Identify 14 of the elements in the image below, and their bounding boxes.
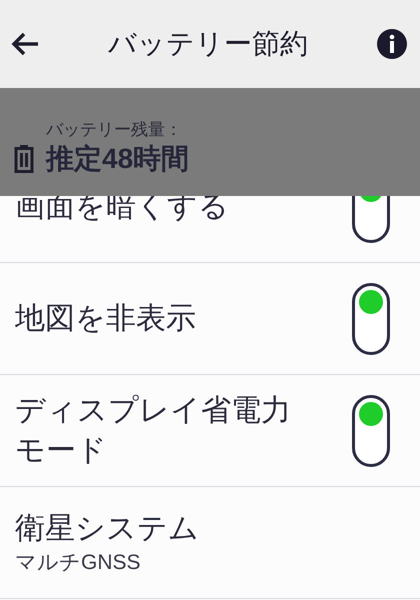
setting-label: 衛星システム <box>15 510 199 546</box>
setting-label: ディスプレイ省電力モード <box>15 392 292 468</box>
battery-label: バッテリー残量： <box>46 119 183 141</box>
battery-icon <box>14 145 34 173</box>
toggle-switch[interactable] <box>352 282 390 354</box>
toggle-knob <box>359 290 383 314</box>
info-icon[interactable] <box>376 28 408 60</box>
screen-title: バッテリー節約 <box>107 27 309 61</box>
setting-label: 地図を非表示 <box>15 300 196 336</box>
back-arrow-icon[interactable] <box>10 31 40 57</box>
toggle-knob <box>359 402 383 426</box>
battery-estimate: 推定48時間 <box>46 142 190 176</box>
setting-value: マルチGNSS <box>15 550 142 576</box>
toggle-switch[interactable] <box>352 394 390 466</box>
